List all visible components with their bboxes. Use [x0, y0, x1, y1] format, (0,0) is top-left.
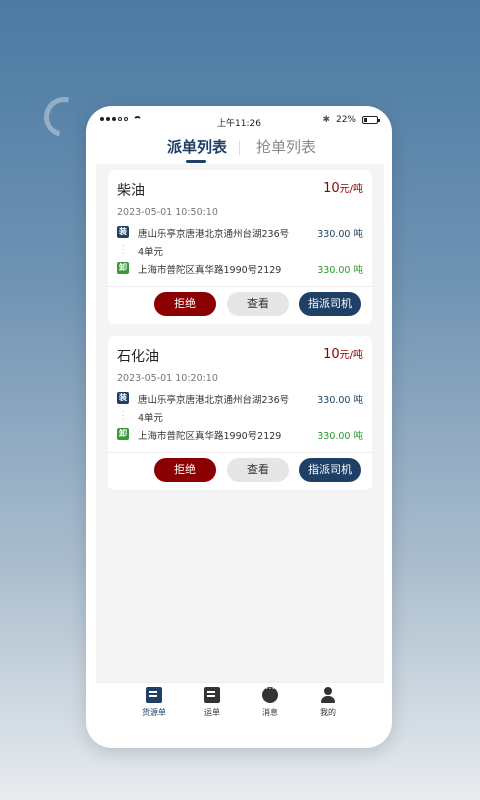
load-address: 唐山乐亭京唐港北京通州台湖236号: [138, 229, 290, 240]
tab-bar: 派单列表 抢单列表: [86, 136, 392, 166]
unload-row: 卸 上海市普陀区真华路1990号2129 330.00 吨: [117, 428, 363, 442]
load-row: 装 唐山乐亭京唐港北京通州台湖236号 330.00 吨: [117, 226, 363, 240]
tab-grab-list[interactable]: 抢单列表: [256, 136, 316, 157]
chat-icon: [262, 684, 278, 703]
status-bar: 上午11:26 ✱ 22%: [86, 106, 392, 136]
unload-tag: 卸: [117, 262, 129, 274]
assign-driver-button[interactable]: 指派司机: [299, 458, 361, 482]
decorative-ring: [36, 89, 92, 145]
card-divider: [108, 286, 372, 287]
nav-label: 消息: [262, 708, 278, 717]
battery-percent: 22%: [335, 115, 356, 125]
user-icon: [320, 687, 336, 703]
tab-divider: [239, 141, 240, 155]
nav-cargo[interactable]: 货源单: [134, 687, 174, 718]
card-price: 10元/吨: [323, 181, 363, 196]
load-address: 唐山乐亭京唐港北京通州台湖236号: [138, 395, 290, 406]
units-text: 4单元: [138, 247, 164, 258]
unload-address: 上海市普陀区真华路1990号2129: [138, 265, 282, 276]
unload-address: 上海市普陀区真华路1990号2129: [138, 431, 282, 442]
units-text: 4单元: [138, 413, 164, 424]
unload-tag: 卸: [117, 428, 129, 440]
reject-button[interactable]: 拒绝: [154, 458, 216, 482]
reject-button[interactable]: 拒绝: [154, 292, 216, 316]
unload-row: 卸 上海市普陀区真华路1990号2129 330.00 吨: [117, 262, 363, 276]
order-list: 柴油 10元/吨 2023-05-01 10:50:10 装 唐山乐亭京唐港北京…: [96, 164, 384, 682]
nav-profile[interactable]: 我的: [308, 687, 348, 718]
nav-messages[interactable]: 消息: [250, 684, 290, 718]
load-tag: 装: [117, 226, 129, 238]
card-title: 石化油: [117, 349, 159, 365]
load-row: 装 唐山乐亭京唐港北京通州台湖236号 330.00 吨: [117, 392, 363, 406]
load-tag: 装: [117, 392, 129, 404]
nav-label: 我的: [320, 708, 336, 717]
phone-frame: 上午11:26 ✱ 22% 派单列表 抢单列表 柴油 10元/吨 2023-05…: [86, 106, 392, 748]
order-card[interactable]: 柴油 10元/吨 2023-05-01 10:50:10 装 唐山乐亭京唐港北京…: [108, 170, 372, 324]
bottom-nav: 货源单 运单 消息 我的: [96, 682, 384, 726]
nav-label: 货源单: [142, 708, 166, 717]
unload-weight: 330.00 吨: [317, 265, 363, 276]
card-title: 柴油: [117, 183, 145, 199]
load-weight: 330.00 吨: [317, 395, 363, 406]
load-weight: 330.00 吨: [317, 229, 363, 240]
card-time: 2023-05-01 10:50:10: [117, 207, 218, 218]
nav-label: 运单: [204, 708, 220, 717]
view-button[interactable]: 查看: [227, 458, 289, 482]
unload-weight: 330.00 吨: [317, 431, 363, 442]
assign-driver-button[interactable]: 指派司机: [299, 292, 361, 316]
card-time: 2023-05-01 10:20:10: [117, 373, 218, 384]
route-dots: · · ·: [122, 242, 125, 258]
route-dots: · · ·: [122, 408, 125, 424]
nav-waybill[interactable]: 运单: [192, 687, 232, 718]
bluetooth-icon: ✱: [322, 115, 330, 125]
card-price: 10元/吨: [323, 347, 363, 362]
waybill-icon: [204, 687, 220, 703]
tab-dispatch-list[interactable]: 派单列表: [167, 136, 227, 157]
cargo-doc-icon: [146, 687, 162, 703]
view-button[interactable]: 查看: [227, 292, 289, 316]
battery-icon: [362, 116, 380, 124]
card-divider: [108, 452, 372, 453]
active-tab-indicator: [186, 160, 206, 163]
order-card[interactable]: 石化油 10元/吨 2023-05-01 10:20:10 装 唐山乐亭京唐港北…: [108, 336, 372, 490]
